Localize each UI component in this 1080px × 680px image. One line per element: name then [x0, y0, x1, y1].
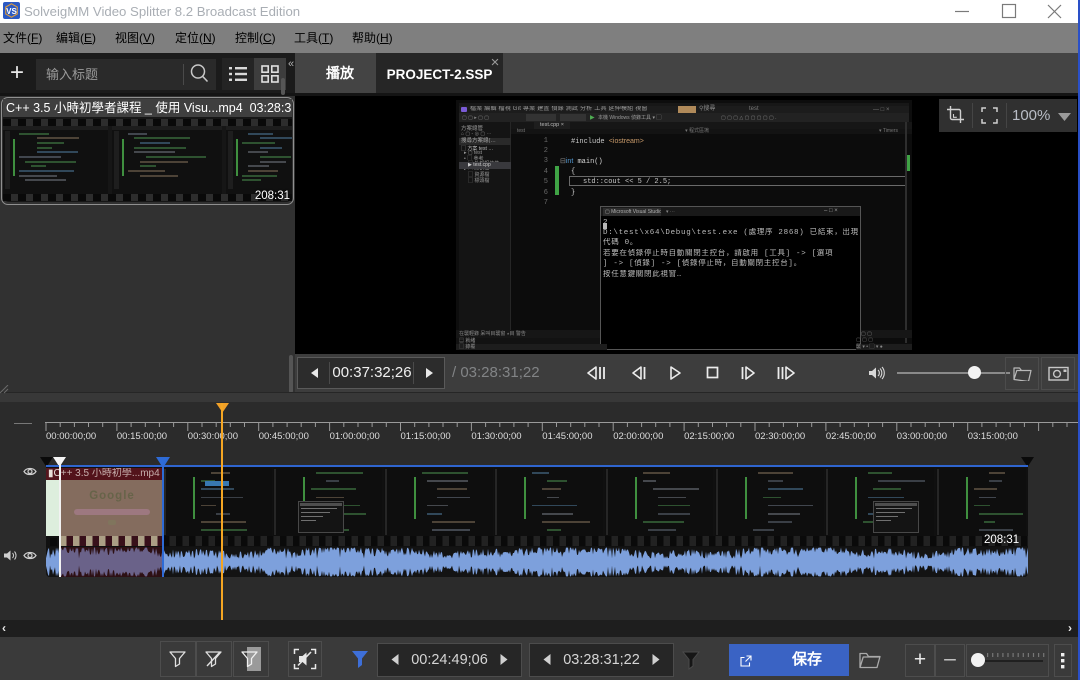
svg-text:VS: VS: [6, 7, 17, 16]
